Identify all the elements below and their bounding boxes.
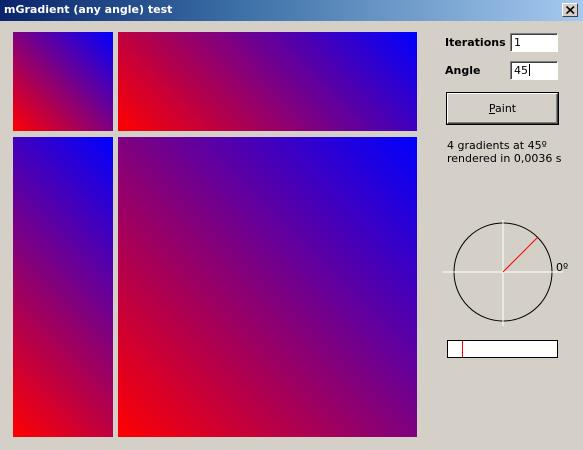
paint-button-rest: aint [495, 102, 517, 115]
gradient-panel-bottom-left [13, 137, 113, 437]
gradient-panel-bottom-right [118, 137, 417, 437]
title-bar[interactable]: mGradient (any angle) test [0, 0, 583, 21]
iterations-value: 1 [514, 36, 521, 49]
dial-angle-needle [502, 237, 538, 273]
main-window: mGradient (any angle) test Iterations 1 … [0, 0, 583, 450]
gradient-panel-top-right [118, 32, 417, 131]
angle-dial[interactable] [442, 218, 572, 328]
iterations-input[interactable]: 1 [510, 33, 558, 52]
paint-button[interactable]: Paint [447, 93, 558, 124]
angle-value: 45 [514, 64, 528, 77]
close-button[interactable] [562, 3, 578, 17]
iterations-label: Iterations [445, 36, 506, 49]
angle-bar-marker[interactable] [462, 341, 463, 357]
angle-bar[interactable] [447, 340, 558, 358]
status-line-2: rendered in 0,0036 s [447, 152, 562, 165]
angle-input[interactable]: 45 [510, 61, 558, 80]
angle-label: Angle [445, 64, 481, 77]
close-icon [566, 6, 575, 14]
status-line-1: 4 gradients at 45º [447, 139, 547, 152]
render-status: 4 gradients at 45º rendered in 0,0036 s [447, 139, 577, 165]
text-caret [529, 64, 530, 76]
dial-zero-label: 0º [556, 261, 569, 274]
gradient-panel-top-left [13, 32, 113, 131]
window-title: mGradient (any angle) test [4, 3, 173, 16]
